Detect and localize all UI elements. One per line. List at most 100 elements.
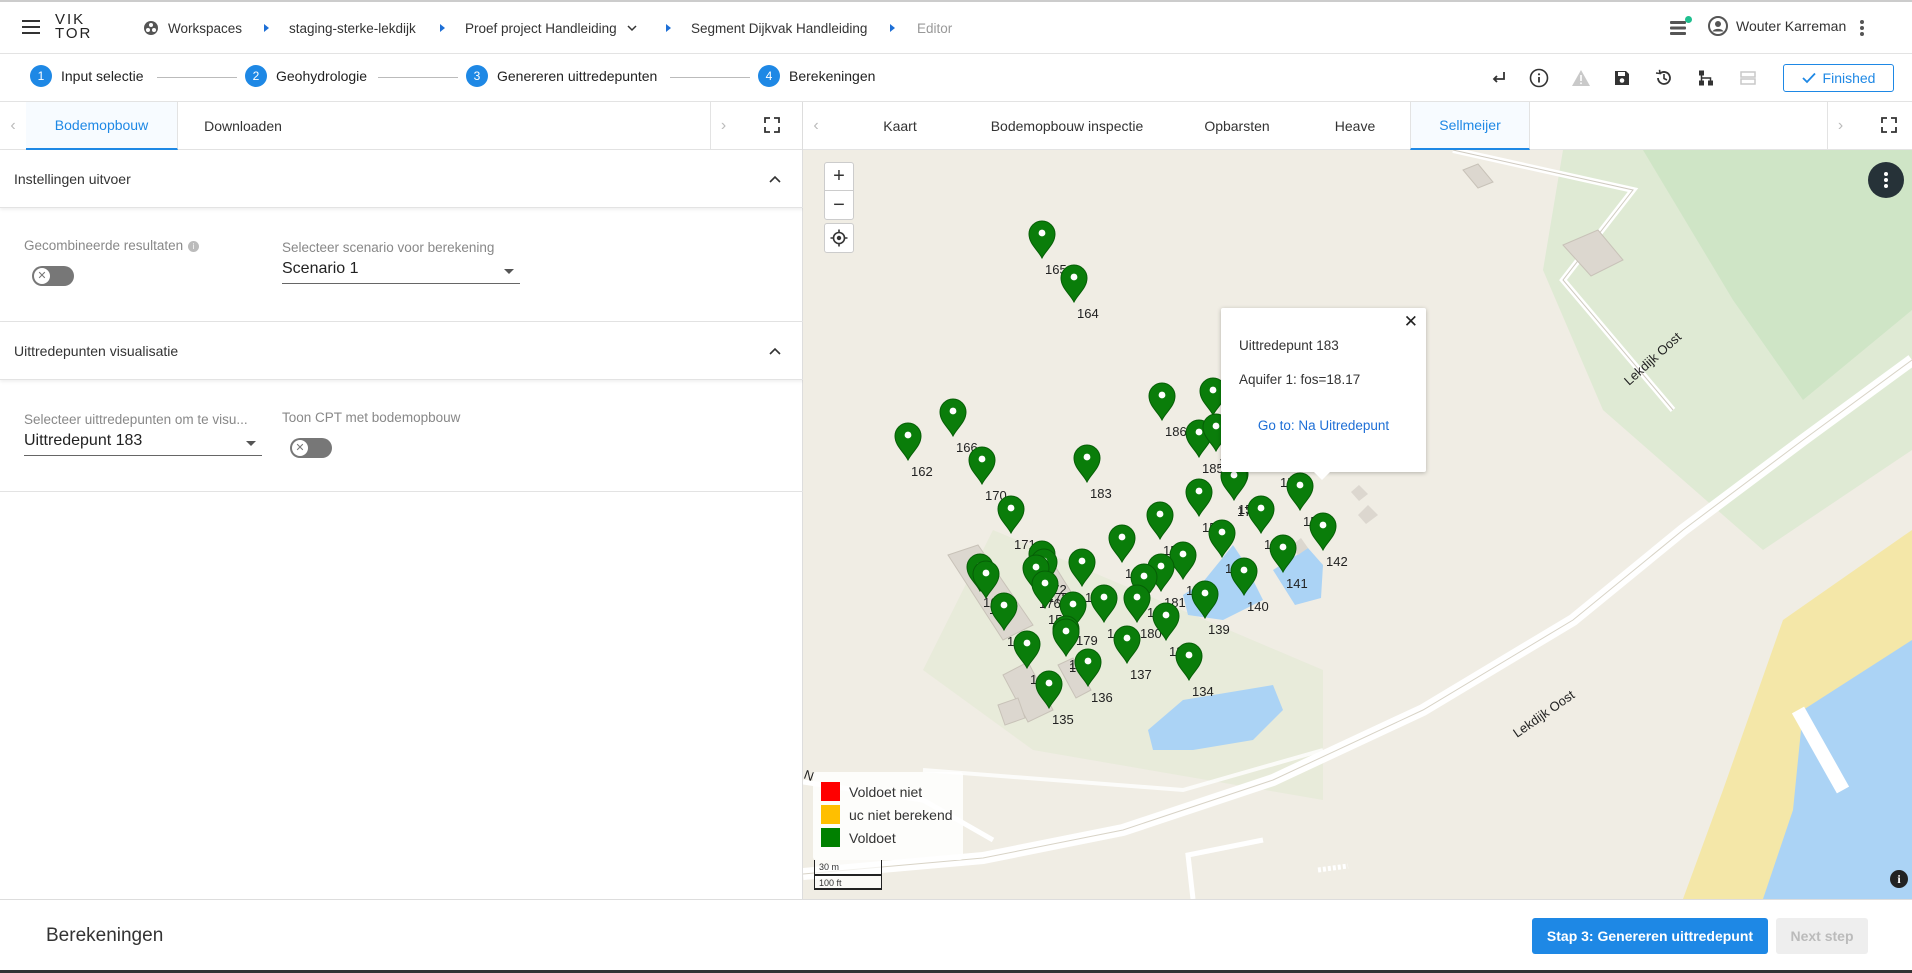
map-pin-dot xyxy=(1195,487,1203,495)
map-pin-dot xyxy=(1179,550,1187,558)
map-pin-dot xyxy=(1218,528,1226,536)
map-pin-dot xyxy=(1118,533,1126,541)
map-options-icon[interactable] xyxy=(1868,162,1904,198)
finished-label: Finished xyxy=(1822,70,1876,86)
breadcrumb-separator-icon xyxy=(890,24,895,32)
cpt-toggle-label: Toon CPT met bodemopbouw xyxy=(282,410,461,425)
fullscreen-icon[interactable] xyxy=(763,116,781,134)
tab-scroll-right-icon[interactable]: › xyxy=(710,102,736,149)
tab-bodemopbouw-inspectie[interactable]: Bodemopbouw inspectie xyxy=(957,102,1177,150)
map-view[interactable]: Lekdijk Oost Lekdijk Oost N 165164174173… xyxy=(803,150,1912,899)
zoom-in-button[interactable]: + xyxy=(825,163,853,191)
tab-scroll-left-icon[interactable]: ‹ xyxy=(803,102,829,149)
dropdown-caret-icon xyxy=(504,269,514,274)
fullscreen-icon[interactable] xyxy=(1880,116,1898,134)
uittredepunt-select-value: Uittredepunt 183 xyxy=(24,432,143,449)
combined-results-label: Gecombineerde resultaten i xyxy=(24,238,200,253)
breadcrumb-workspaces[interactable]: Workspaces xyxy=(143,2,242,54)
tab-sellmeijer[interactable]: Sellmeijer xyxy=(1410,102,1530,150)
step-geohydrologie[interactable]: 2 Geohydrologie xyxy=(245,65,367,87)
map-pin-label: 164 xyxy=(1077,306,1099,321)
tab-label: Bodemopbouw inspectie xyxy=(990,118,1144,134)
step-berekeningen[interactable]: 4 Berekeningen xyxy=(758,65,875,87)
previous-step-button[interactable]: Stap 3: Genereren uittredepunt xyxy=(1532,918,1768,954)
map-pin-dot xyxy=(949,407,957,415)
map-pin-dot xyxy=(1156,510,1164,518)
map-pin-dot xyxy=(978,455,986,463)
map-pin-dot xyxy=(1230,471,1238,479)
viktor-logo[interactable]: VIK TOR xyxy=(55,12,92,41)
menu-icon[interactable] xyxy=(22,20,40,34)
info-icon[interactable] xyxy=(1527,66,1551,90)
user-menu[interactable]: Wouter Karreman xyxy=(1708,16,1846,36)
history-icon[interactable] xyxy=(1652,66,1676,90)
info-icon[interactable]: i xyxy=(188,240,200,252)
breadcrumb-item-project[interactable]: Proef project Handleiding xyxy=(465,2,637,54)
section-uittredepunten-visualisatie-header[interactable]: Uittredepunten visualisatie xyxy=(0,322,803,380)
legend-label: Voldoet niet xyxy=(849,783,923,800)
breadcrumb-segment-label: Segment Dijkvak Handleiding xyxy=(691,20,868,36)
scenario-select-label: Selecteer scenario voor berekening xyxy=(282,240,495,255)
map-pin-label: 162 xyxy=(911,464,933,479)
breadcrumb-item-workspace[interactable]: staging-sterke-lekdijk xyxy=(289,2,416,54)
hierarchy-icon[interactable] xyxy=(1694,66,1718,90)
user-name: Wouter Karreman xyxy=(1736,18,1847,34)
section-title: Instellingen uitvoer xyxy=(14,170,131,187)
breadcrumb-item-segment[interactable]: Segment Dijkvak Handleiding xyxy=(691,2,867,54)
more-vert-icon[interactable] xyxy=(1860,20,1864,38)
tab-scroll-left-icon[interactable]: ‹ xyxy=(0,102,26,149)
map-pin-dot xyxy=(1032,563,1040,571)
tab-label: Sellmeijer xyxy=(1439,117,1501,133)
map-pin-label: 140 xyxy=(1247,599,1269,614)
section-instellingen-uitvoer-header[interactable]: Instellingen uitvoer xyxy=(0,150,803,208)
map-popup: ✕ Uittredepunt 183 Aquifer 1: fos=18.17 … xyxy=(1221,308,1426,480)
step-genereren-uittredepunten[interactable]: 3 Genereren uittredepunten xyxy=(466,65,657,87)
step-number: 3 xyxy=(466,65,488,87)
cpt-toggle[interactable]: ✕ xyxy=(290,438,332,458)
chevron-up-icon[interactable] xyxy=(769,174,781,186)
chevron-down-icon[interactable] xyxy=(627,23,637,33)
return-icon[interactable] xyxy=(1487,66,1511,90)
notification-dot xyxy=(1685,16,1692,23)
map-pin-dot xyxy=(1070,273,1078,281)
combined-results-toggle[interactable]: ✕ xyxy=(32,266,74,286)
locate-button[interactable] xyxy=(824,223,854,253)
workspaces-icon xyxy=(144,21,158,35)
tab-scroll-right-icon[interactable]: › xyxy=(1827,102,1853,149)
breadcrumb-separator-icon xyxy=(264,24,269,32)
tab-bodemopbouw[interactable]: Bodemopbouw xyxy=(26,102,178,150)
step-number: 4 xyxy=(758,65,780,87)
scenario-select[interactable]: Scenario 1 xyxy=(282,258,520,284)
map-pin-dot xyxy=(1195,428,1203,436)
chevron-up-icon[interactable] xyxy=(769,346,781,358)
map-pin-dot xyxy=(1240,566,1248,574)
popup-link[interactable]: Go to: Na Uitredepunt xyxy=(1221,418,1426,433)
map-pin-dot xyxy=(1123,634,1131,642)
tab-downloaden[interactable]: Downloaden xyxy=(178,102,308,150)
tab-opbarsten[interactable]: Opbarsten xyxy=(1177,102,1297,150)
scale-imperial: 100 ft xyxy=(814,875,882,890)
step-number: 2 xyxy=(245,65,267,87)
tab-kaart[interactable]: Kaart xyxy=(843,102,957,150)
map-pin-label: 135 xyxy=(1052,712,1074,727)
right-tabbar: ‹ Kaart Bodemopbouw inspectie Opbarsten … xyxy=(803,102,1912,150)
tab-label: Kaart xyxy=(883,118,917,134)
breadcrumb-editor-label: Editor xyxy=(917,20,953,36)
map-pin-label: 139 xyxy=(1208,622,1230,637)
close-icon[interactable]: ✕ xyxy=(1404,312,1418,332)
map-pin-label: 183 xyxy=(1090,486,1112,501)
legend-swatch xyxy=(821,828,840,847)
map-pin-dot xyxy=(1038,229,1046,237)
uittredepunt-select[interactable]: Uittredepunt 183 xyxy=(24,430,262,456)
breadcrumb-workspaces-label: Workspaces xyxy=(168,20,243,36)
zoom-out-button[interactable]: − xyxy=(825,191,853,219)
tab-label: Heave xyxy=(1334,118,1376,134)
step-input-selectie[interactable]: 1 Input selectie xyxy=(30,65,144,87)
save-icon[interactable] xyxy=(1610,66,1634,90)
attribution-info-icon[interactable]: i xyxy=(1890,870,1908,888)
tab-heave[interactable]: Heave xyxy=(1297,102,1413,150)
close-icon: ✕ xyxy=(34,268,50,284)
finished-button[interactable]: Finished xyxy=(1783,64,1894,92)
check-icon xyxy=(1801,72,1816,84)
section-uittredepunten-visualisatie-body: Selecteer uittredepunten om te visu... U… xyxy=(0,380,803,492)
